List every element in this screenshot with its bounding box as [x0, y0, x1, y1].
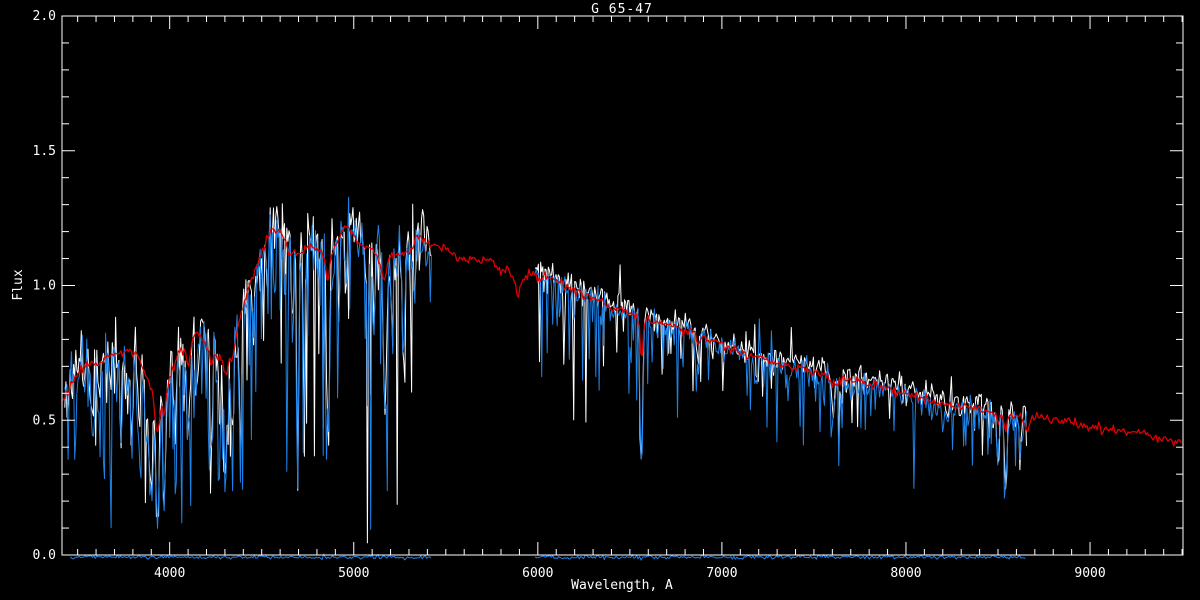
y-tick-label-1.0: 1.0: [33, 279, 56, 294]
series-observed-blue: [534, 268, 1027, 499]
x-axis-label: Wavelength, A: [571, 578, 673, 593]
y-tick-label-1.5: 1.5: [33, 144, 56, 159]
y-tick-label-0.0: 0.0: [33, 548, 56, 563]
series-observed-white: [534, 261, 1027, 490]
x-tick-label-7000: 7000: [706, 566, 737, 581]
y-tick-label-0.5: 0.5: [33, 413, 56, 428]
plot-frame: [61, 15, 1184, 556]
x-tick-label-4000: 4000: [154, 566, 185, 581]
y-tick-label-2.0: 2.0: [33, 9, 56, 24]
x-tick-label-5000: 5000: [338, 566, 369, 581]
x-tick-label-6000: 6000: [522, 566, 553, 581]
spectra-layer: [61, 196, 1182, 561]
spectrum-chart: 4000 5000 6000 7000 8000 90000.00.51.01.52.0 …: [11, 2, 1184, 593]
axes-layer: 4000 5000 6000 7000 8000 9000 0.0 0.5 1.0 1.5 2.0: [33, 9, 1184, 581]
spectrum-plot-window: 4000 5000 6000 7000 8000 9000 0.0 0.5 1.0 1.5 2.0 …: [0, 0, 1200, 600]
x-tick-label-8000: 8000: [890, 566, 921, 581]
plot-title: G_65-47: [591, 2, 653, 17]
x-tick-label-9000: 9000: [1074, 566, 1105, 581]
y-axis-label: Flux: [11, 269, 26, 300]
